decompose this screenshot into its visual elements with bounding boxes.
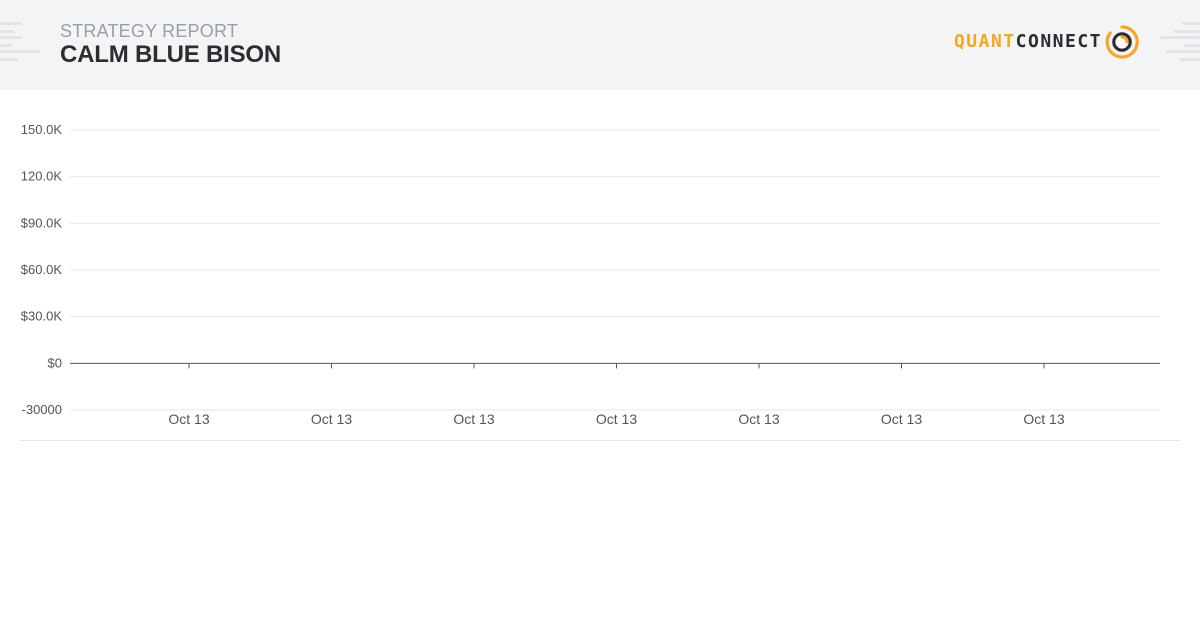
y-tick-label: $0: [48, 355, 62, 370]
strategy-report-page: STRATEGY REPORT CALM BLUE BISON QUANTCON…: [0, 0, 1200, 630]
quantconnect-logo-icon: [1105, 25, 1139, 59]
x-tick-label: Oct 13: [311, 411, 352, 427]
y-tick-label: $90.0K: [21, 215, 63, 230]
y-tick-label: 120.0K: [21, 169, 63, 184]
quantconnect-brand: QUANTCONNECT: [954, 24, 1140, 60]
decorative-lines-right: [1158, 22, 1200, 66]
strategy-name-title: CALM BLUE BISON: [60, 41, 281, 68]
brand-wordmark-connect: CONNECT: [1015, 31, 1102, 52]
brand-wordmark-quant: QUANT: [953, 31, 1016, 52]
decorative-lines-left: [0, 22, 42, 66]
x-tick-label: Oct 13: [453, 411, 494, 427]
x-tick-label: Oct 13: [881, 411, 922, 427]
x-tick-label: Oct 13: [1023, 411, 1064, 427]
chart-bottom-divider: [20, 440, 1180, 441]
x-tick-label: Oct 13: [596, 411, 637, 427]
y-tick-label: $30.0K: [21, 309, 63, 324]
brand-wordmark: QUANTCONNECT: [954, 24, 1102, 60]
report-type-label: STRATEGY REPORT: [60, 21, 239, 41]
equity-chart-svg: 150.0K 120.0K $90.0K $60.0K $30.0K $0 -30000 Oc…: [21, 122, 1160, 427]
y-tick-label: $60.0K: [21, 262, 63, 277]
y-tick-label: -30000: [22, 402, 62, 417]
x-tick-label: Oct 13: [738, 411, 779, 427]
report-header: STRATEGY REPORT CALM BLUE BISON QUANTCON…: [0, 0, 1200, 90]
y-tick-label: 150.0K: [21, 122, 63, 137]
x-tick-label: Oct 13: [168, 411, 209, 427]
equity-chart: 150.0K 120.0K $90.0K $60.0K $30.0K $0 -30000 Oc…: [0, 90, 1200, 450]
